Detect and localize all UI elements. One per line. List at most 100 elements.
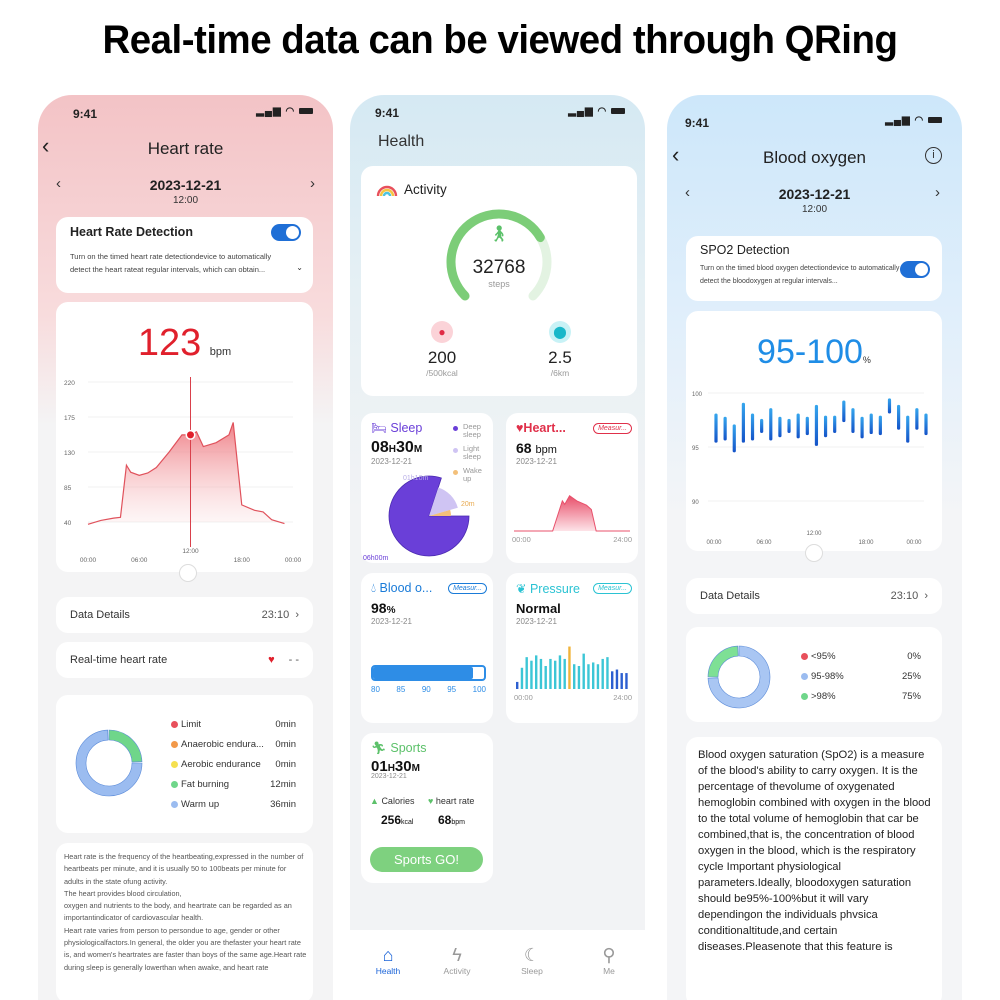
data-details-label: Data Details [70, 609, 130, 621]
tab-me[interactable]: ⚲ Me [579, 944, 639, 976]
minutes-unit: M [411, 763, 420, 774]
blood-oxygen-scale: 80 85 90 95 100 [371, 685, 486, 694]
heart-rate-info-card: Heart rate is the frequency of the heart… [56, 843, 313, 1000]
info-icon[interactable]: i [925, 147, 942, 164]
calories-goal: /500kcal [426, 368, 458, 378]
zone-legend-item: Fat burning 12min [171, 779, 296, 790]
pressure-bar [577, 666, 581, 689]
distance-value: 2.5 [548, 348, 572, 367]
sports-title-text: Sports [390, 741, 427, 755]
battery-icon [928, 117, 942, 124]
activity-card[interactable]: Activity 🚶︎ 32768 steps ● 200 /500kcal ⬤… [361, 166, 637, 396]
tab-sleep[interactable]: ☾ Sleep [502, 944, 562, 976]
range-label: >98% [811, 691, 836, 702]
spo2-range-bar [869, 413, 873, 435]
zone-label: Fat burning [181, 779, 230, 790]
blood-oxygen-screen: 9:41 ▂▄▆ ◠ ‹ Blood oxygen i ‹ › 2023-12-… [667, 95, 962, 1000]
x-tick-label: 00:00 [706, 540, 722, 546]
heart-measure-button[interactable]: Measur... [593, 423, 632, 434]
spo2-range-bar [842, 400, 846, 423]
sports-tile[interactable]: 🏃︎ Sports 01H30M 2023-12-21 ▲ Calories ♥… [361, 733, 493, 883]
pressure-measure-button[interactable]: Measur... [593, 583, 632, 594]
spo2-chart[interactable]: 90 95 100 00:00 06:00 12:00 18:00 00:00 [686, 381, 942, 551]
chart-scroll-handle[interactable] [179, 564, 197, 582]
zone-legend-item: Anaerobic endura... 0min [171, 739, 296, 750]
zone-label: Limit [181, 719, 202, 730]
zone-value: 36min [270, 799, 296, 810]
steps-value: 32768 [472, 257, 526, 278]
wifi-icon: ◠ [285, 106, 296, 117]
bed-icon: 🛏︎ [371, 421, 387, 435]
range-label: <95% [811, 651, 836, 662]
spo2-range-bar [833, 415, 837, 433]
drop-icon: 💧︎ [371, 581, 377, 595]
data-details-row[interactable]: Data Details 23:10 › [56, 597, 313, 633]
spo2-range-bar [787, 418, 791, 433]
expand-chevron-icon[interactable]: ⌄ [296, 263, 303, 272]
pressure-tile[interactable]: ❦ Pressure Measur... Normal 2023-12-21 0… [506, 573, 638, 723]
location-pin-icon: ⬤ [549, 321, 571, 343]
sports-go-button[interactable]: Sports GO! [370, 847, 483, 872]
current-spo2: 95-100% [686, 333, 942, 372]
spo2-range-bar [796, 413, 800, 439]
heart-rate-zones-card: Limit 0min Anaerobic endura... 0min Aerobic … [56, 695, 313, 833]
zone-legend-item: Aerobic endurance 0min [171, 759, 296, 770]
distance-goal: /6km [550, 368, 570, 378]
y-tick-label: 100 [692, 392, 703, 398]
flame-icon: ▲ [370, 796, 379, 806]
spo2-detection-toggle[interactable] [900, 261, 930, 278]
signal-icon: ▂▄▆ [885, 115, 911, 126]
zone-value: 0min [275, 739, 296, 750]
blood-oxygen-measure-button[interactable]: Measur... [448, 583, 487, 594]
sleep-legend-label: Light sleep [463, 444, 481, 461]
flame-icon: ● [431, 321, 453, 343]
pressure-title-text: Pressure [529, 582, 580, 596]
tab-health[interactable]: ⌂ Health [358, 944, 418, 976]
zone-legend-item: Warm up 36min [171, 799, 296, 810]
sleep-duration-label: 01h10m [403, 475, 428, 482]
data-details-value: 23:10 [261, 609, 290, 621]
detection-title: SPO2 Detection [700, 243, 790, 257]
hr-label: ♥ heart rate [428, 796, 474, 806]
blood-oxygen-date: 2023-12-21 [371, 617, 412, 626]
legend-dot [171, 800, 178, 808]
spo2-range-bar [750, 413, 755, 441]
pressure-x-end: 24:00 [613, 693, 632, 702]
sleep-title-text: Sleep [390, 421, 423, 435]
blood-oxygen-title: 💧︎ Blood o... [371, 581, 432, 596]
tab-activity[interactable]: ϟ Activity [427, 944, 487, 976]
sleep-tile[interactable]: 🛏︎ Sleep 08H30M 2023-12-21 Deep sleep Lig… [361, 413, 493, 563]
page-title: Health [378, 133, 425, 150]
heart-rate-detection-toggle[interactable] [271, 224, 301, 241]
x-tick-label: 00:00 [80, 557, 97, 564]
heart-tile[interactable]: ♥Heart... Measur... 68 bpm 2023-12-21 00… [506, 413, 638, 563]
zone-value: 0min [275, 719, 296, 730]
heart-rate-chart[interactable]: 40 85 130 175 220 00:00 06:00 12:00 18:00 00:00 [56, 372, 313, 572]
minutes-unit: M [413, 444, 423, 455]
status-bar: 9:41 ▂▄▆ ◠ [667, 95, 962, 130]
status-time: 9:41 [685, 116, 710, 130]
blood-oxygen-tile[interactable]: 💧︎ Blood o... Measur... 98% 2023-12-21 8… [361, 573, 493, 723]
date-label: 2023-12-21 [149, 177, 222, 193]
scale-tick-label: 95 [447, 685, 457, 694]
legend-dot [801, 692, 808, 700]
blood-oxygen-title-text: Blood o... [379, 581, 433, 595]
heart-mini-area [514, 495, 630, 531]
blood-oxygen-bar-fill [373, 667, 473, 679]
hours-unit: H [388, 444, 397, 455]
sleep-legend-label: Deep sleep [463, 422, 481, 439]
chevron-right-icon: › [921, 590, 928, 602]
status-icons: ▂▄▆ ◠ [256, 106, 313, 117]
calories-unit: kcal [401, 819, 414, 826]
heart-rate-zone-donut [75, 729, 143, 797]
x-tick-label: 18:00 [234, 557, 251, 564]
data-details-row[interactable]: Data Details 23:10 › [686, 578, 942, 614]
detection-description: Turn on the timed heart rate detectionde… [70, 252, 272, 274]
chart-scroll-handle[interactable] [805, 544, 823, 562]
realtime-heart-rate-row[interactable]: Real-time heart rate ♥ - - [56, 642, 313, 678]
moon-icon: ☾ [523, 945, 541, 965]
tab-bar: ⌂ Health ϟ Activity ☾ Sleep ⚲ Me [350, 930, 645, 1000]
heart-value: 68 bpm [516, 440, 557, 456]
distribution-legend-item: <95% 0% [801, 651, 921, 662]
zone-legend-item: Limit 0min [171, 719, 296, 730]
